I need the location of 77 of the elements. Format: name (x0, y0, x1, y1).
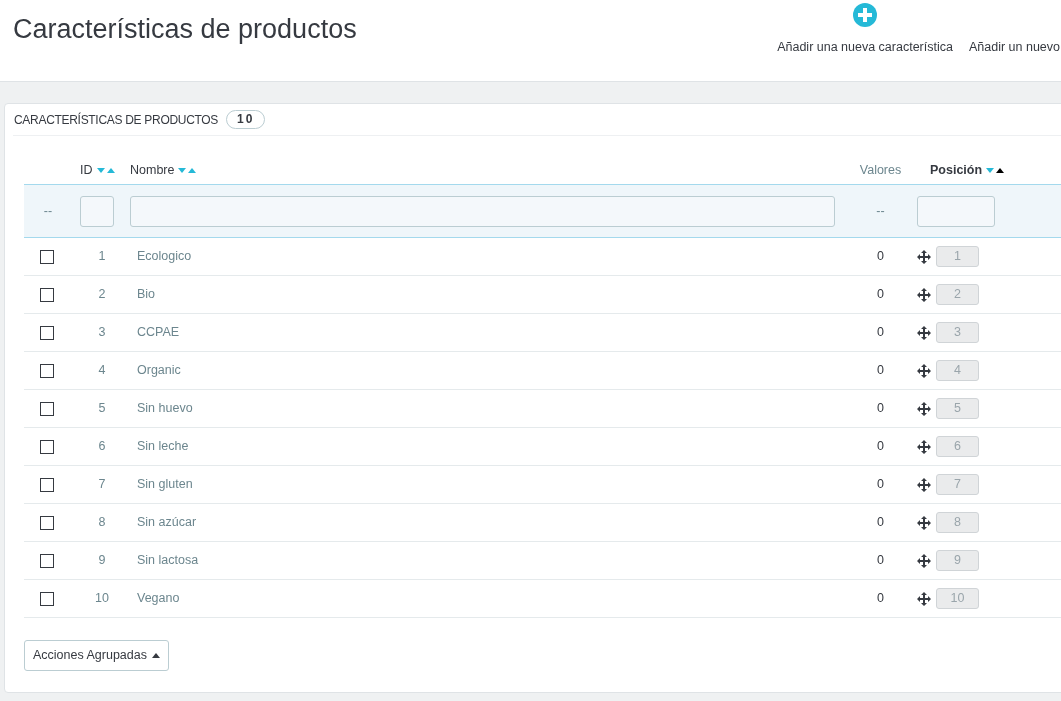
table-cell-text: 5 (97, 400, 106, 418)
page-title: Características de productos (13, 13, 357, 45)
table-cell-text: 0 (877, 248, 884, 266)
toolbar-button[interactable]: Añadir un nuevo (968, 38, 1060, 57)
table-cell-text: 7 (97, 476, 106, 494)
table-cell-text: Sin gluten (136, 476, 194, 494)
table-cell-text: 0 (877, 590, 884, 608)
add-icon (853, 3, 878, 28)
table-cell-text: 1 (97, 248, 106, 266)
position-badge: 1 (936, 246, 979, 267)
row-checkbox[interactable] (40, 249, 54, 264)
empty-filter: -- (43, 202, 53, 220)
row-checkbox[interactable] (40, 553, 54, 568)
row-checkbox[interactable] (40, 287, 54, 302)
bulk-actions-button[interactable]: Acciones Agrupadas (24, 640, 169, 671)
table-cell-text: Bio (136, 286, 157, 304)
drag-handle-icon[interactable] (917, 363, 931, 378)
table-cell-text: 0 (877, 400, 884, 418)
panel-title: CARACTERÍSTICAS DE PRODUCTOS (14, 111, 219, 129)
table-cell-text: 0 (877, 552, 884, 570)
table-cell-text: 4 (97, 362, 106, 380)
table-cell-text: Sin leche (136, 438, 190, 456)
row-checkbox[interactable] (40, 325, 54, 340)
caret-icon (151, 653, 160, 658)
column-header[interactable]: ID (80, 160, 93, 180)
drag-handle-icon[interactable] (917, 515, 931, 530)
position-badge: 9 (936, 550, 979, 571)
position-filter-field[interactable] (917, 195, 995, 227)
table-cell-text: 8 (97, 514, 106, 532)
position-badge: 6 (936, 436, 979, 457)
drag-handle-icon[interactable] (917, 439, 931, 454)
id-filter-field[interactable] (80, 195, 114, 227)
table-cell-text: Sin huevo (136, 400, 194, 418)
table-cell-text: CCPAE (136, 324, 181, 342)
position-badge: 3 (936, 322, 979, 343)
drag-handle-icon[interactable] (917, 553, 931, 568)
table-cell-text: 0 (877, 438, 884, 456)
table-cell-text: 0 (877, 514, 884, 532)
table-cell-text: 0 (877, 476, 884, 494)
table-cell-text: 0 (877, 286, 884, 304)
drag-handle-icon[interactable] (917, 477, 931, 492)
toolbar-button[interactable]: Añadir una nueva característica (777, 3, 953, 57)
drag-handle-icon[interactable] (917, 249, 931, 264)
table-cell-text: 0 (877, 362, 884, 380)
column-header[interactable]: Nombre (130, 160, 175, 180)
table-cell-text: Vegano (136, 590, 181, 608)
column-header: Valores (859, 161, 902, 179)
position-badge: 4 (936, 360, 979, 381)
row-checkbox[interactable] (40, 515, 54, 530)
row-checkbox[interactable] (40, 439, 54, 454)
position-badge: 10 (936, 588, 979, 609)
position-badge: 7 (936, 474, 979, 495)
drag-handle-icon[interactable] (917, 591, 931, 606)
name-filter-field[interactable] (130, 195, 835, 227)
table-cell-text: 0 (877, 324, 884, 342)
position-badge: 2 (936, 284, 979, 305)
empty-filter: -- (876, 202, 885, 220)
table-cell-text: 6 (97, 438, 106, 456)
row-checkbox[interactable] (40, 591, 54, 606)
drag-handle-icon[interactable] (917, 287, 931, 302)
table-cell-text: Organic (136, 362, 182, 380)
position-badge: 8 (936, 512, 979, 533)
table-cell-text: 10 (94, 590, 109, 608)
row-checkbox[interactable] (40, 477, 54, 492)
table-cell-text: Sin lactosa (136, 552, 200, 570)
table-cell-text: Ecologico (136, 248, 193, 266)
table-cell-text: 2 (97, 286, 106, 304)
table-cell-text: 3 (97, 324, 106, 342)
table-cell-text: 9 (97, 552, 106, 570)
drag-handle-icon[interactable] (917, 401, 931, 416)
row-checkbox[interactable] (40, 363, 54, 378)
column-header[interactable]: Posición (930, 160, 983, 180)
row-checkbox[interactable] (40, 401, 54, 416)
drag-handle-icon[interactable] (917, 325, 931, 340)
position-badge: 5 (936, 398, 979, 419)
table-cell-text: Sin azúcar (136, 514, 198, 532)
sort-arrows-icon[interactable] (986, 167, 1005, 173)
